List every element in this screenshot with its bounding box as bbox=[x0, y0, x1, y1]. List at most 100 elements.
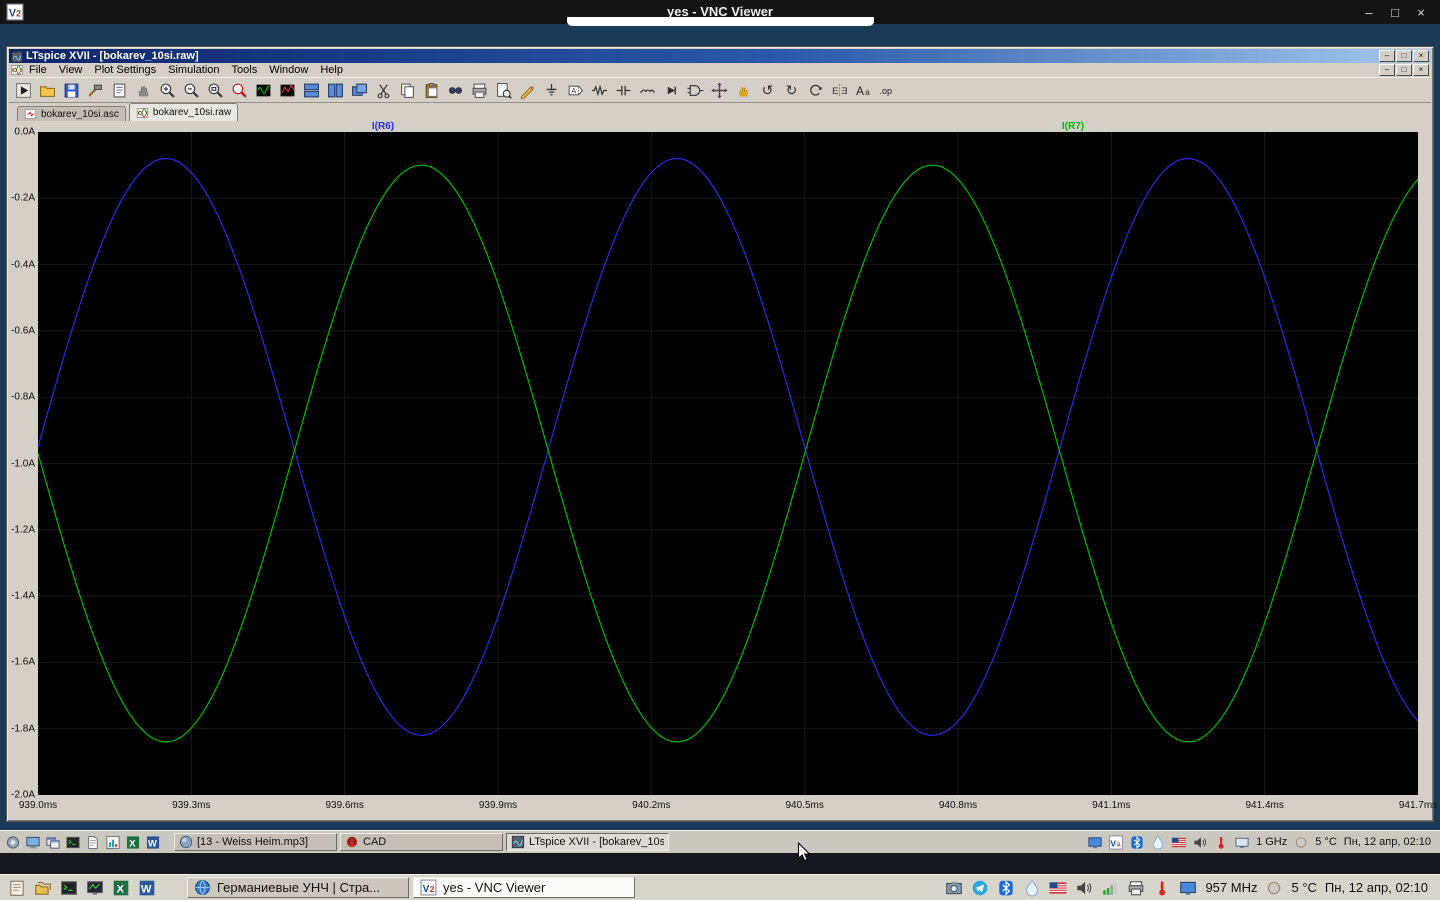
screenshot-tray-icon[interactable] bbox=[943, 878, 965, 898]
tab-bokarev_10si.raw[interactable]: bokarev_10si.raw bbox=[128, 103, 239, 121]
inductor-button[interactable] bbox=[636, 79, 659, 101]
move-button[interactable] bbox=[708, 79, 731, 101]
netlist-button[interactable] bbox=[108, 79, 131, 101]
zoom-out-button[interactable] bbox=[180, 79, 203, 101]
label-button[interactable]: A bbox=[564, 79, 587, 101]
find-button[interactable] bbox=[444, 79, 467, 101]
word-icon[interactable]: W bbox=[144, 834, 162, 851]
minimize-button[interactable]: – bbox=[1379, 50, 1395, 62]
thermo-red-tray-icon[interactable] bbox=[1212, 834, 1230, 851]
diode-button[interactable] bbox=[660, 79, 683, 101]
notes-icon[interactable] bbox=[6, 878, 28, 898]
vnc-toolbar-handle[interactable] bbox=[567, 17, 874, 26]
thermo-red-tray-icon[interactable] bbox=[1151, 878, 1173, 898]
printer-tray-icon[interactable] bbox=[1125, 878, 1147, 898]
menu-view[interactable]: View bbox=[53, 63, 89, 77]
network-tray-icon[interactable] bbox=[1233, 834, 1251, 851]
close-button[interactable]: × bbox=[1408, 0, 1434, 24]
save-button[interactable] bbox=[60, 79, 83, 101]
drop-tray-icon[interactable] bbox=[1021, 878, 1043, 898]
menu-file[interactable]: File bbox=[23, 63, 53, 77]
excel-icon[interactable]: X bbox=[110, 878, 132, 898]
task-player[interactable]: [13 - Weiss Heim.mp3] bbox=[174, 833, 337, 851]
volume-tray-icon[interactable] bbox=[1073, 878, 1095, 898]
maximize-button[interactable]: □ bbox=[1382, 0, 1408, 24]
us-flag-tray-icon[interactable] bbox=[1170, 834, 1188, 851]
terminal-icon[interactable] bbox=[58, 878, 80, 898]
excel-icon[interactable]: X bbox=[124, 834, 142, 851]
task-ltspice[interactable]: LTspice XVII - [bokarev_10s... bbox=[506, 833, 669, 851]
bluetooth-tray-icon[interactable] bbox=[1128, 834, 1146, 851]
maximize-button[interactable]: □ bbox=[1396, 50, 1412, 62]
signal-tray-icon[interactable] bbox=[1099, 878, 1121, 898]
vnc-server-tray-icon[interactable]: Va bbox=[1107, 834, 1125, 851]
close-button[interactable]: × bbox=[1413, 64, 1429, 76]
clock[interactable]: Пн, 12 апр, 02:10 bbox=[1323, 880, 1430, 895]
desktop-icon[interactable] bbox=[24, 834, 42, 851]
start-icon[interactable] bbox=[4, 834, 22, 851]
terminal-icon[interactable] bbox=[64, 834, 82, 851]
us-flag-tray-icon[interactable] bbox=[1047, 878, 1069, 898]
task-globe[interactable]: Германиевые УНЧ | Стра... bbox=[187, 877, 409, 898]
zoom-full-button[interactable] bbox=[204, 79, 227, 101]
zoom-area-button[interactable] bbox=[228, 79, 251, 101]
redo-button[interactable]: ↻ bbox=[780, 79, 803, 101]
copy-button[interactable] bbox=[396, 79, 419, 101]
windows-icon[interactable] bbox=[44, 834, 62, 851]
task-cad[interactable]: CAD bbox=[340, 833, 503, 851]
task-vnc[interactable]: V 2 yes - VNC Viewer bbox=[413, 877, 635, 898]
trace-I(R6)[interactable] bbox=[38, 157, 1418, 736]
rotate-button[interactable] bbox=[804, 79, 827, 101]
close-button[interactable]: × bbox=[1413, 50, 1429, 62]
run-button[interactable] bbox=[12, 79, 35, 101]
drop-tray-icon[interactable] bbox=[1149, 834, 1167, 851]
autorange-button[interactable] bbox=[252, 79, 275, 101]
print-button[interactable] bbox=[468, 79, 491, 101]
capacitor-button[interactable] bbox=[612, 79, 635, 101]
clock[interactable]: Пн, 12 апр, 02:10 bbox=[1342, 836, 1433, 848]
menu-simulation[interactable]: Simulation bbox=[162, 63, 225, 77]
resistor-button[interactable] bbox=[588, 79, 611, 101]
mirror-button[interactable]: EƎ bbox=[828, 79, 851, 101]
spice-directive-button[interactable]: .op bbox=[876, 79, 899, 101]
trace-label-I(R6)[interactable]: I(R6) bbox=[372, 121, 394, 132]
waveform-traces[interactable] bbox=[38, 132, 1418, 795]
display-tray-icon[interactable] bbox=[1086, 834, 1104, 851]
ground-button[interactable] bbox=[540, 79, 563, 101]
ltspice-titlebar[interactable]: LTspice XVII - [bokarev_10si.raw] – □ × bbox=[9, 49, 1431, 63]
cascade-button[interactable] bbox=[348, 79, 371, 101]
menu-tools[interactable]: Tools bbox=[226, 63, 264, 77]
telegram-tray-icon[interactable] bbox=[969, 878, 991, 898]
cut-button[interactable] bbox=[372, 79, 395, 101]
text-button[interactable]: Aa bbox=[852, 79, 875, 101]
document-icon[interactable] bbox=[84, 834, 102, 851]
volume-tray-icon[interactable] bbox=[1191, 834, 1209, 851]
tile-horizontal-button[interactable] bbox=[324, 79, 347, 101]
tile-vertical-button[interactable] bbox=[300, 79, 323, 101]
monitor-icon[interactable] bbox=[84, 878, 106, 898]
menu-help[interactable]: Help bbox=[314, 63, 349, 77]
chart-icon[interactable] bbox=[104, 834, 122, 851]
maximize-button[interactable]: □ bbox=[1396, 64, 1412, 76]
zoom-in-button[interactable] bbox=[156, 79, 179, 101]
drag-button[interactable] bbox=[732, 79, 755, 101]
menu-window[interactable]: Window bbox=[263, 63, 314, 77]
menu-plot-settings[interactable]: Plot Settings bbox=[88, 63, 162, 77]
bluetooth-tray-icon[interactable] bbox=[995, 878, 1017, 898]
halt-button[interactable] bbox=[132, 79, 155, 101]
print-preview-button[interactable] bbox=[492, 79, 515, 101]
control-panel-button[interactable] bbox=[84, 79, 107, 101]
word-icon[interactable]: W bbox=[136, 878, 158, 898]
minimize-button[interactable]: – bbox=[1379, 64, 1395, 76]
folders-icon[interactable] bbox=[32, 878, 54, 898]
waveform-plot[interactable] bbox=[38, 132, 1418, 795]
open-button[interactable] bbox=[36, 79, 59, 101]
display-tray-icon[interactable] bbox=[1177, 878, 1199, 898]
component-button[interactable] bbox=[684, 79, 707, 101]
trace-I(R7)[interactable] bbox=[38, 164, 1418, 743]
minimize-button[interactable]: – bbox=[1356, 0, 1382, 24]
plot-settings-button[interactable] bbox=[276, 79, 299, 101]
wire-button[interactable] bbox=[516, 79, 539, 101]
paste-button[interactable] bbox=[420, 79, 443, 101]
trace-label-I(R7)[interactable]: I(R7) bbox=[1062, 121, 1084, 132]
